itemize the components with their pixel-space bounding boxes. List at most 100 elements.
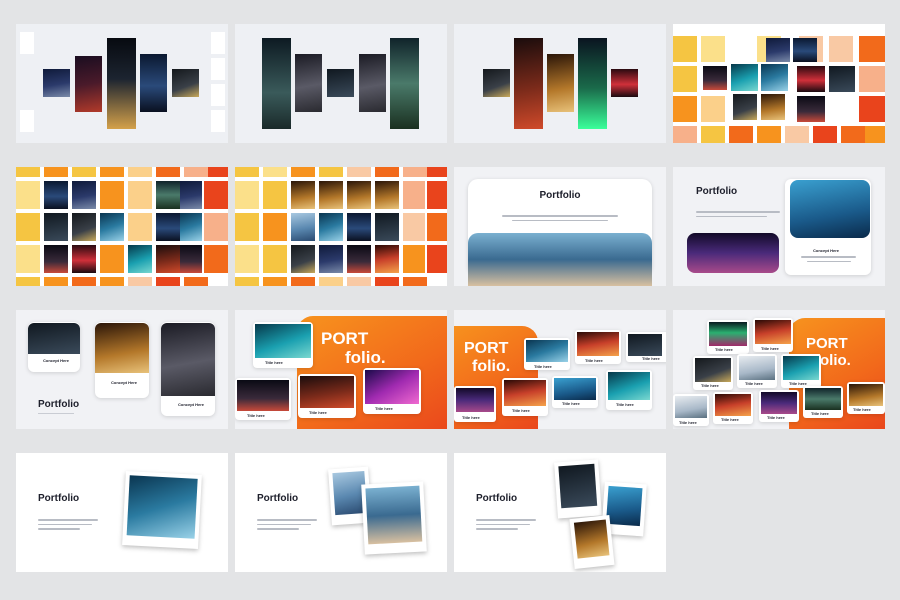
title-caption: Title here [309,410,327,415]
photo [359,54,386,112]
photo [44,245,68,273]
slide-7[interactable]: Portfolio [454,167,666,286]
photo [703,66,727,90]
slide-6[interactable] [235,167,447,286]
title-caption: Title here [534,364,552,369]
slide-4[interactable] [673,24,885,143]
photo [687,233,779,273]
concept-caption: Concept Here [43,358,70,363]
photo [456,388,494,412]
port-heading: PORT [806,335,848,352]
photo [611,69,638,97]
concept-caption: Concept Here [813,248,840,253]
slide-8[interactable]: Portfolio Concept Here [673,167,885,286]
photo [365,485,423,545]
photo [72,245,96,273]
folio-heading: folio. [345,348,386,367]
photo [319,213,343,241]
photo [107,38,136,129]
photo [733,94,757,120]
photo [558,463,598,509]
photo [468,233,652,286]
slide-9[interactable]: Concept Here Concept Here Concept Here P… [16,310,228,429]
title-caption: Title here [811,411,829,416]
slide-12[interactable]: PORT folio. Title here Title here Title … [673,310,885,429]
photo [797,96,825,122]
body-text [696,211,780,220]
photo [291,213,315,241]
photo [156,245,180,273]
title-caption: Title here [679,420,697,425]
photo [797,66,825,92]
photo [180,245,202,273]
photo [849,384,883,406]
slide-11[interactable]: PORT folio. Title here Title here Title … [454,310,666,429]
polaroid-photo [122,471,202,549]
photo [554,378,596,400]
photo [126,475,198,539]
photo [44,181,68,209]
title-underline [38,413,74,414]
body-text [38,519,98,533]
title-caption: Title here [265,360,283,365]
photo [72,213,96,241]
title-caption: Title here [512,408,530,413]
photo [75,56,102,112]
photo [573,519,610,559]
photo [161,323,215,396]
photo [44,213,68,241]
folio-heading: folio. [472,358,511,375]
slide-5[interactable] [16,167,228,286]
slide-15[interactable]: Portfolio [454,453,666,572]
photo [347,245,371,273]
photo [829,66,855,92]
photo [578,38,607,129]
slide-2[interactable] [235,24,447,143]
photo [608,372,650,400]
title-caption: Title here [745,381,763,386]
photo [709,322,747,346]
photo [761,392,797,414]
slide-title: Portfolio [539,190,581,201]
title-caption: Title here [585,358,603,363]
photo [95,323,149,373]
polaroid-photo [554,459,602,519]
slide-10[interactable]: PORT folio. Title here Title here Title … [235,310,447,429]
port-heading: PORT [321,329,369,348]
polaroid-photo [569,515,615,569]
slide-1[interactable] [16,24,228,143]
photo [72,181,96,209]
title-caption: Title here [715,347,733,352]
photo [577,332,619,356]
photo [755,320,791,344]
port-heading: PORT [464,340,509,357]
photo [347,213,371,241]
slide-13[interactable]: Portfolio [16,453,228,572]
slide-14[interactable]: Portfolio [235,453,447,572]
title-caption: Title here [562,401,580,406]
photo [783,356,819,380]
photo [766,38,790,62]
photo [365,370,419,404]
photo [300,376,354,408]
slide-3[interactable] [454,24,666,143]
photo [375,213,399,241]
concept-caption: Concept Here [111,380,138,385]
title-caption: Title here [642,356,660,361]
polaroid-photo [361,481,427,555]
slide-title: Portfolio [476,493,518,504]
photo [43,69,70,97]
photo [715,394,751,416]
photo [761,94,785,120]
photo [295,54,322,112]
photo [262,38,291,129]
photo [237,380,289,411]
photo [547,54,574,112]
photo [180,213,202,241]
photo [291,245,315,273]
photo [255,324,311,358]
photo [156,213,180,241]
slide-title: Portfolio [696,186,738,197]
caption-text [801,256,856,265]
photo [100,213,124,241]
